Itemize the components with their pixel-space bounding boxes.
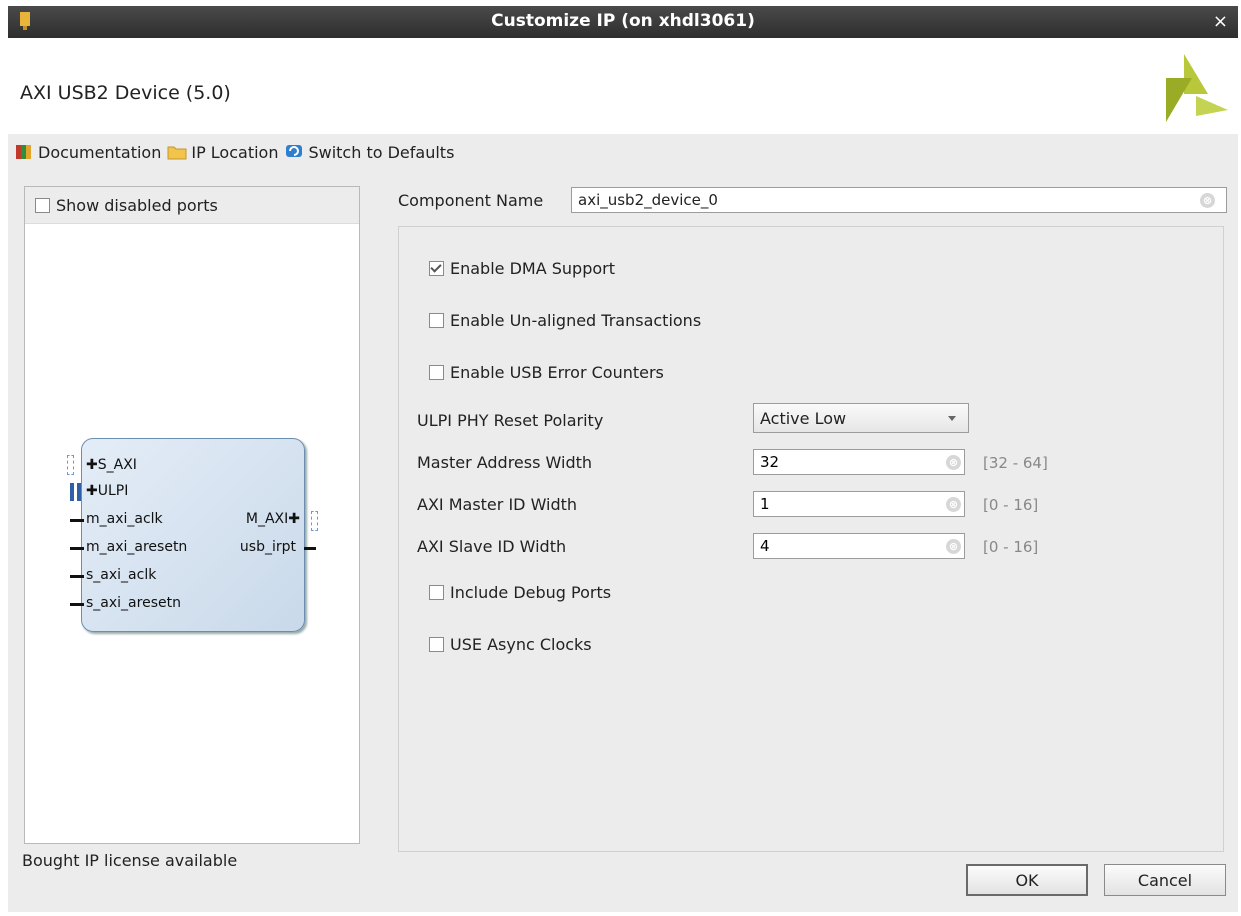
parameters-panel: Enable DMA Support Enable Un-aligned Tra… xyxy=(398,226,1224,852)
ip-location-button[interactable]: IP Location xyxy=(167,143,278,162)
port-m-axi-aresetn: m_axi_aresetn xyxy=(86,539,188,555)
pin-s-axi-aclk xyxy=(70,575,84,578)
s-axi-bus-indicator xyxy=(67,455,74,475)
port-s-axi: ✚S_AXI xyxy=(86,457,137,473)
enable-unaligned-label: Enable Un-aligned Transactions xyxy=(450,311,702,330)
port-s-axi-aresetn: s_axi_aresetn xyxy=(86,595,181,611)
master-address-width-input[interactable] xyxy=(753,449,965,475)
ulpi-bus-indicator-2 xyxy=(77,483,81,501)
window-title: Customize IP (on xhdl3061) xyxy=(491,11,755,31)
port-m-axi-aclk: m_axi_aclk xyxy=(86,511,163,527)
plus-icon: ✚ xyxy=(288,511,300,527)
enable-usb-error-row[interactable]: Enable USB Error Counters xyxy=(429,363,664,382)
ulpi-reset-select[interactable]: Active Low xyxy=(753,403,969,433)
show-disabled-ports-row[interactable]: Show disabled ports xyxy=(25,187,359,224)
toolbar: Documentation IP Location Switch to Defa… xyxy=(14,140,460,164)
enable-dma-row[interactable]: Enable DMA Support xyxy=(429,259,615,278)
ip-title: AXI USB2 Device (5.0) xyxy=(20,82,231,104)
license-status: Bought IP license available xyxy=(22,851,238,870)
enable-dma-label: Enable DMA Support xyxy=(450,259,615,278)
port-m-axi: M_AXI✚ xyxy=(245,511,300,527)
refresh-icon xyxy=(286,145,303,157)
documentation-label: Documentation xyxy=(38,142,162,162)
slave-id-width-range: [0 - 16] xyxy=(983,538,1039,556)
header: AXI USB2 Device (5.0) xyxy=(8,38,1238,134)
master-id-width-input[interactable] xyxy=(753,491,965,517)
clear-icon[interactable]: ⊗ xyxy=(946,497,961,512)
cancel-button[interactable]: Cancel xyxy=(1104,864,1226,896)
ip-location-label: IP Location xyxy=(191,142,279,162)
master-id-width-label: AXI Master ID Width xyxy=(417,495,578,514)
slave-id-width-label: AXI Slave ID Width xyxy=(417,537,567,556)
enable-unaligned-row[interactable]: Enable Un-aligned Transactions xyxy=(429,311,701,330)
ip-block-symbol: ✚S_AXI ✚ULPI m_axi_aclk m_axi_aresetn s_… xyxy=(67,438,318,632)
include-debug-checkbox[interactable] xyxy=(429,585,444,600)
show-disabled-ports-checkbox[interactable] xyxy=(35,197,50,213)
component-name-label: Component Name xyxy=(398,191,544,210)
dialog-window: Customize IP (on xhdl3061) × AXI USB2 De… xyxy=(8,6,1238,912)
pin-s-axi-aresetn xyxy=(70,603,84,606)
clear-icon[interactable]: ⊗ xyxy=(946,539,961,554)
title-bar[interactable]: Customize IP (on xhdl3061) × xyxy=(8,6,1238,38)
enable-dma-checkbox[interactable] xyxy=(429,261,444,276)
clear-icon[interactable]: ⊗ xyxy=(946,455,961,470)
port-usb-irpt: usb_irpt xyxy=(239,539,296,555)
component-name-input[interactable] xyxy=(571,187,1227,213)
enable-usb-error-label: Enable USB Error Counters xyxy=(450,363,664,382)
master-address-width-range: [32 - 64] xyxy=(983,454,1048,472)
documentation-button[interactable]: Documentation xyxy=(14,142,161,162)
chevron-down-icon xyxy=(948,416,956,421)
ulpi-bus-indicator xyxy=(70,483,74,501)
include-debug-label: Include Debug Ports xyxy=(450,583,612,602)
xilinx-logo xyxy=(1166,54,1228,122)
enable-unaligned-checkbox[interactable] xyxy=(429,313,444,328)
switch-defaults-button[interactable]: Switch to Defaults xyxy=(284,143,454,162)
plus-icon: ✚ xyxy=(86,457,98,473)
ulpi-reset-label: ULPI PHY Reset Polarity xyxy=(417,411,604,430)
close-icon[interactable]: × xyxy=(1213,11,1228,32)
book-icon xyxy=(16,145,31,159)
switch-defaults-label: Switch to Defaults xyxy=(308,142,455,162)
pin-usb-irpt xyxy=(304,547,316,550)
show-disabled-ports-label: Show disabled ports xyxy=(56,195,218,215)
use-async-checkbox[interactable] xyxy=(429,637,444,652)
slave-id-width-input[interactable] xyxy=(753,533,965,559)
clear-icon[interactable]: ⊗ xyxy=(1200,193,1215,208)
master-id-width-range: [0 - 16] xyxy=(983,496,1039,514)
pin-m-axi-aresetn xyxy=(70,547,84,550)
use-async-row[interactable]: USE Async Clocks xyxy=(429,635,592,654)
ok-button[interactable]: OK xyxy=(966,864,1088,896)
symbol-panel: Show disabled ports ✚S_AXI ✚ULPI m_axi_a… xyxy=(24,186,360,844)
pin-m-axi-aclk xyxy=(70,519,84,522)
plus-icon: ✚ xyxy=(86,483,98,499)
port-s-axi-aclk: s_axi_aclk xyxy=(86,567,157,583)
use-async-label: USE Async Clocks xyxy=(450,635,592,654)
master-address-width-label: Master Address Width xyxy=(417,453,593,472)
include-debug-row[interactable]: Include Debug Ports xyxy=(429,583,611,602)
port-ulpi: ✚ULPI xyxy=(86,483,129,499)
ulpi-reset-value: Active Low xyxy=(760,409,847,428)
m-axi-bus-indicator xyxy=(311,511,318,531)
enable-usb-error-checkbox[interactable] xyxy=(429,365,444,380)
folder-icon xyxy=(167,146,187,160)
